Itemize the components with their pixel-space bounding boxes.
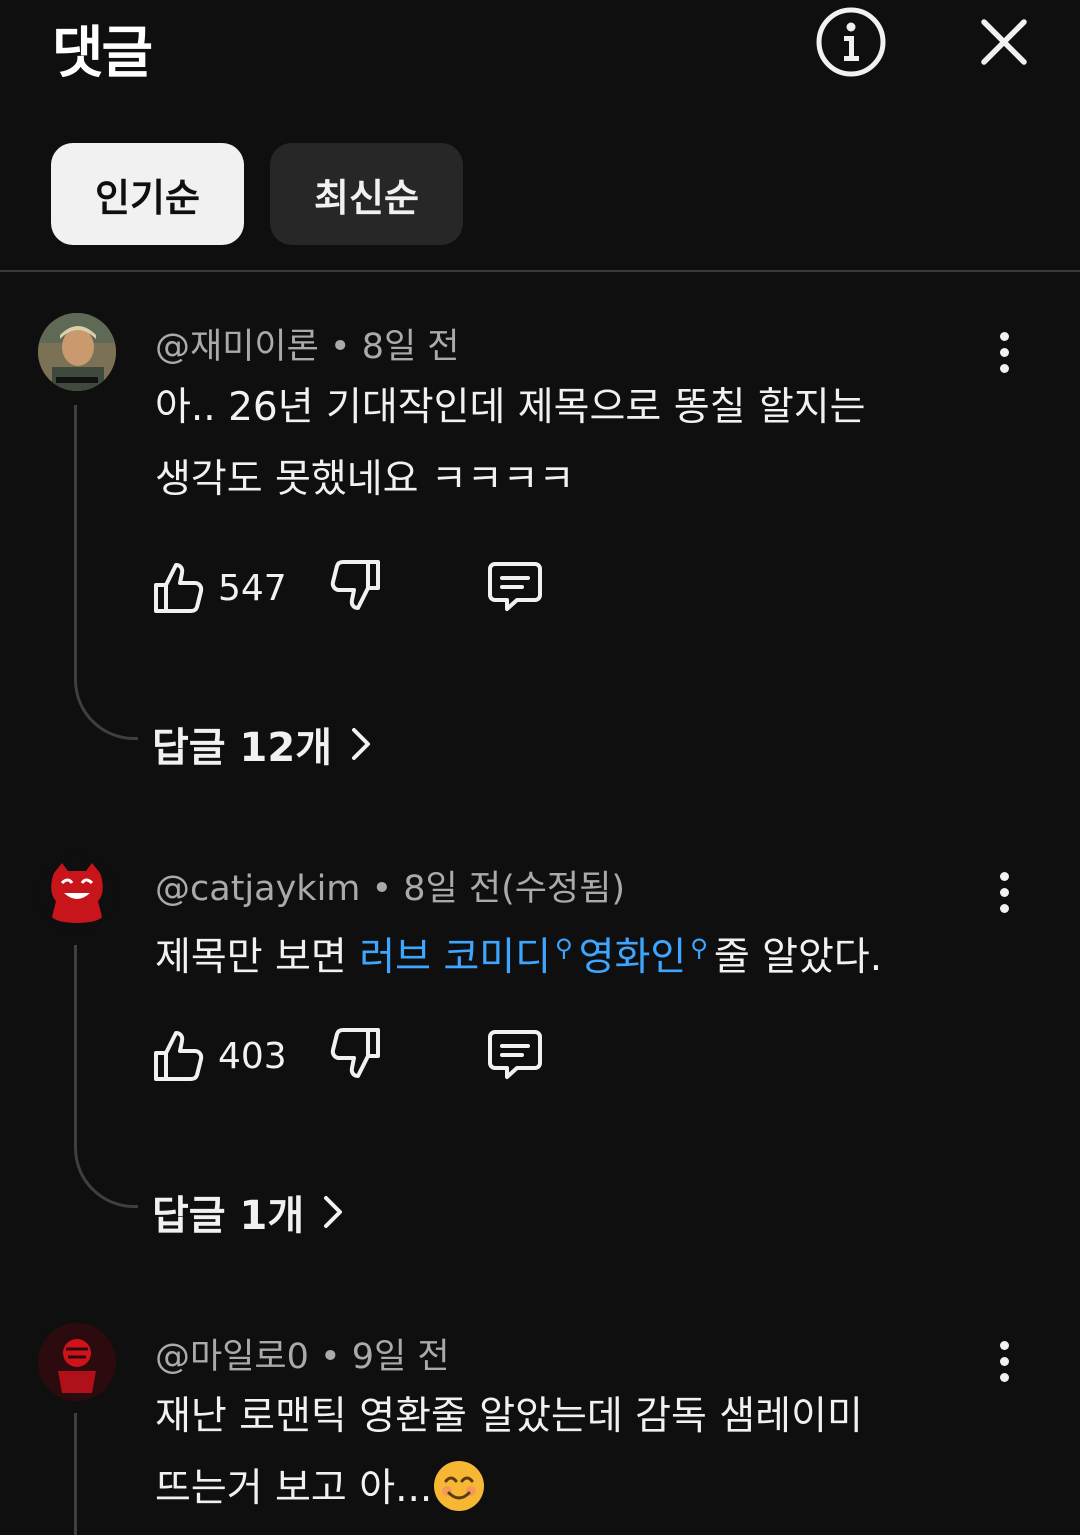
like-count: 403: [218, 1035, 287, 1077]
thread-line: [74, 945, 138, 1208]
search-link[interactable]: 영화인: [579, 935, 687, 980]
chevron-right-icon: [324, 1196, 343, 1228]
more-vert-icon: [999, 1340, 1009, 1350]
close-button[interactable]: [968, 6, 1040, 78]
view-replies-link[interactable]: 답글 12개: [152, 715, 372, 773]
more-options-button[interactable]: [984, 1331, 1024, 1391]
avatar[interactable]: [38, 855, 116, 933]
comment-meta[interactable]: @재미이론 • 8일 전: [155, 318, 460, 369]
comment-icon: [488, 1030, 542, 1079]
comment-meta[interactable]: @마일로0 • 9일 전: [155, 1328, 450, 1379]
like-count: 547: [218, 567, 287, 609]
thumbs-down-icon: [330, 1028, 380, 1078]
thumbs-up-icon: [154, 1031, 204, 1081]
comments-panel: 댓글 인기순 최신순 @재미이론 • 8일 전 아.. 26년 기대작인데 제목…: [0, 0, 1080, 1535]
dislike-button[interactable]: [330, 1026, 382, 1088]
avatar-image: [38, 313, 116, 391]
like-button[interactable]: 547: [152, 558, 287, 618]
avatar[interactable]: [38, 1323, 116, 1401]
more-options-button[interactable]: [984, 322, 1024, 382]
comment-text: 제목만 보면 러브 코미디 ⚲ 영화인 ⚲ 줄 알았다.: [155, 934, 883, 980]
thumbs-down-icon: [330, 560, 380, 610]
avatar-image: [38, 1323, 116, 1401]
chevron-right-icon: [352, 728, 370, 760]
more-vert-icon: [999, 331, 1009, 341]
info-circle-icon: [816, 7, 886, 77]
search-link[interactable]: 러브 코미디: [359, 935, 551, 980]
comment-icon: [488, 562, 542, 611]
panel-title: 댓글: [52, 21, 153, 86]
sort-chip-popular[interactable]: 인기순: [51, 143, 244, 245]
avatar[interactable]: [38, 313, 116, 391]
close-icon: [981, 19, 1027, 65]
like-button[interactable]: 403: [152, 1026, 287, 1086]
info-button[interactable]: [812, 6, 890, 78]
view-replies-link[interactable]: 답글 1개: [152, 1183, 344, 1241]
comment-text: 재난 로맨틱 영환줄 알았는데 감독 샘레이미 뜨는거 보고 아...: [155, 1394, 863, 1511]
reply-button[interactable]: [487, 1026, 543, 1086]
search-icon: ⚲: [690, 934, 708, 962]
thread-line: [74, 405, 138, 740]
comment-meta[interactable]: @catjaykim • 8일 전(수정됨): [155, 860, 625, 911]
header-divider: [0, 270, 1080, 272]
smiling-face-emoji-icon: [434, 1461, 485, 1511]
sort-chip-newest[interactable]: 최신순: [270, 143, 463, 245]
comment-text: 아.. 26년 기대작인데 제목으로 똥칠 할지는 생각도 못했네요 ㅋㅋㅋㅋ: [155, 385, 866, 502]
more-vert-icon: [999, 871, 1009, 881]
avatar-image: [51, 863, 103, 923]
search-icon: ⚲: [555, 934, 573, 962]
reply-button[interactable]: [487, 558, 543, 618]
thumbs-up-icon: [154, 563, 204, 613]
thread-line: [74, 1413, 138, 1535]
dislike-button[interactable]: [330, 558, 382, 620]
